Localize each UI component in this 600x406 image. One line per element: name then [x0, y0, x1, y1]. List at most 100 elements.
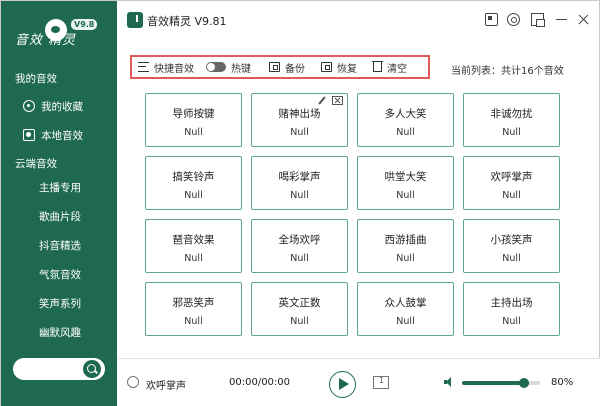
sound-card[interactable]: 多人大笑 Null [357, 93, 454, 147]
minimize-icon[interactable] [555, 13, 568, 26]
volume-slider[interactable] [462, 378, 540, 388]
sidebar-item-humor[interactable]: 幽默风趣 [1, 319, 117, 345]
search-icon[interactable] [83, 360, 101, 378]
sidebar-item-label: 主播专用 [39, 181, 81, 194]
app-icon [127, 12, 143, 28]
sound-name: 喝彩掌声 [278, 171, 321, 183]
sound-hotkey: Null [396, 316, 415, 327]
sound-card[interactable]: 搞笑铃声 Null [145, 156, 242, 210]
sound-hotkey: Null [184, 253, 203, 264]
sound-card[interactable]: 哄堂大笑 Null [357, 156, 454, 210]
sound-card[interactable]: 赌神出场 Null [251, 93, 348, 147]
close-icon[interactable] [577, 13, 590, 26]
sound-name: 哄堂大笑 [384, 171, 427, 183]
edit-icon[interactable] [317, 96, 328, 105]
sound-card[interactable]: 琶音效果 Null [145, 219, 242, 273]
list-icon [138, 62, 149, 72]
sound-hotkey: Null [184, 316, 203, 327]
sidebar-item-favorites[interactable]: 我的收藏 [1, 93, 117, 119]
volume-handle[interactable] [519, 378, 530, 388]
sidebar-item-label: 我的收藏 [41, 100, 83, 113]
sidebar-item-label: 笑声系列 [39, 297, 81, 310]
sound-card[interactable]: 导师按键 Null [145, 93, 242, 147]
sidebar-item-label: 歌曲片段 [39, 210, 81, 223]
search-input[interactable] [13, 358, 105, 380]
app-window: 音效 精灵 V9.8 我的音效 我的收藏 本地音效 云端音效 主播专用 歌曲片段… [0, 0, 600, 406]
sound-card[interactable]: 喝彩掌声 Null [251, 156, 348, 210]
sound-hotkey: Null [290, 127, 309, 138]
hotkey-toggle[interactable]: 热键 [206, 60, 251, 75]
loop-once-icon[interactable]: 1 [373, 376, 389, 389]
quick-sound-label: 快捷音效 [154, 63, 194, 75]
restore-icon [321, 62, 332, 72]
sidebar-item-local[interactable]: 本地音效 [1, 122, 117, 148]
sound-card[interactable]: 小孩笑声 Null [463, 219, 560, 273]
delete-icon[interactable] [332, 96, 343, 105]
local-icon [23, 129, 35, 141]
sound-name: 主持出场 [490, 297, 533, 309]
clear-button[interactable]: 清空 [372, 60, 407, 75]
clear-label: 清空 [387, 63, 407, 75]
toolbar: 快捷音效 热键 备份 恢复 清空 [130, 55, 430, 79]
section-my-sounds[interactable]: 我的音效 [15, 71, 57, 86]
sound-hotkey: Null [290, 253, 309, 264]
player-bar: 欢呼掌声 00:00/00:00 1 80% [117, 358, 600, 406]
sidebar-item-song-clips[interactable]: 歌曲片段 [1, 203, 117, 229]
volume-icon[interactable] [444, 377, 454, 387]
sound-name: 赌神出场 [278, 108, 321, 120]
sound-card[interactable]: 邪恶笑声 Null [145, 282, 242, 336]
settings-icon[interactable] [507, 13, 520, 26]
trash-icon [372, 61, 383, 72]
mode-icon[interactable] [485, 13, 498, 26]
play-icon[interactable] [329, 371, 356, 398]
version-badge: V9.8 [71, 19, 98, 30]
sound-name: 众人鼓掌 [384, 297, 427, 309]
sound-card[interactable]: 众人鼓掌 Null [357, 282, 454, 336]
sound-card[interactable]: 全场欢呼 Null [251, 219, 348, 273]
sound-card[interactable]: 西游插曲 Null [357, 219, 454, 273]
sound-name: 西游插曲 [384, 234, 427, 246]
restore-label: 恢复 [337, 63, 357, 75]
restore-button[interactable]: 恢复 [321, 60, 357, 75]
sound-name: 导师按键 [172, 108, 215, 120]
mini-mode-icon[interactable] [531, 13, 545, 27]
sound-hotkey: Null [396, 253, 415, 264]
sound-name: 英文正数 [278, 297, 321, 309]
sidebar-item-label: 幽默风趣 [39, 326, 81, 339]
sound-card[interactable]: 欢呼掌声 Null [463, 156, 560, 210]
current-track: 欢呼掌声 [146, 381, 186, 392]
card-tools [313, 96, 343, 105]
favorite-icon [23, 100, 35, 112]
quick-sound-button[interactable]: 快捷音效 [138, 60, 194, 75]
hotkey-label: 热键 [231, 63, 251, 75]
backup-button[interactable]: 备份 [269, 60, 305, 75]
sound-name: 多人大笑 [384, 108, 427, 120]
sidebar-item-atmosphere[interactable]: 气氛音效 [1, 261, 117, 287]
sidebar-item-laughter[interactable]: 笑声系列 [1, 290, 117, 316]
volume-fill [462, 381, 525, 385]
track-icon [127, 376, 139, 388]
app-title: 音效精灵 V9.81 [147, 15, 227, 28]
section-cloud-sounds[interactable]: 云端音效 [15, 156, 57, 171]
sidebar-item-douyin[interactable]: 抖音精选 [1, 232, 117, 258]
toggle-switch-icon[interactable] [206, 62, 226, 72]
sound-card[interactable]: 主持出场 Null [463, 282, 560, 336]
sound-hotkey: Null [502, 190, 521, 201]
sound-name: 非诚勿扰 [490, 108, 533, 120]
sidebar: 音效 精灵 V9.8 我的音效 我的收藏 本地音效 云端音效 主播专用 歌曲片段… [1, 1, 117, 406]
backup-icon [269, 62, 280, 72]
sound-hotkey: Null [290, 190, 309, 201]
sound-card[interactable]: 非诚勿扰 Null [463, 93, 560, 147]
sound-name: 小孩笑声 [490, 234, 533, 246]
sidebar-item-label: 本地音效 [41, 129, 83, 142]
sound-hotkey: Null [396, 190, 415, 201]
logo-ball-icon [45, 19, 67, 41]
volume-percent: 80% [551, 377, 574, 388]
sidebar-item-streamer[interactable]: 主播专用 [1, 174, 117, 200]
sidebar-item-label: 气氛音效 [39, 268, 81, 281]
sound-hotkey: Null [184, 127, 203, 138]
loop-count: 1 [379, 376, 385, 385]
sound-name: 欢呼掌声 [490, 171, 533, 183]
sound-hotkey: Null [184, 190, 203, 201]
sound-card[interactable]: 英文正数 Null [251, 282, 348, 336]
